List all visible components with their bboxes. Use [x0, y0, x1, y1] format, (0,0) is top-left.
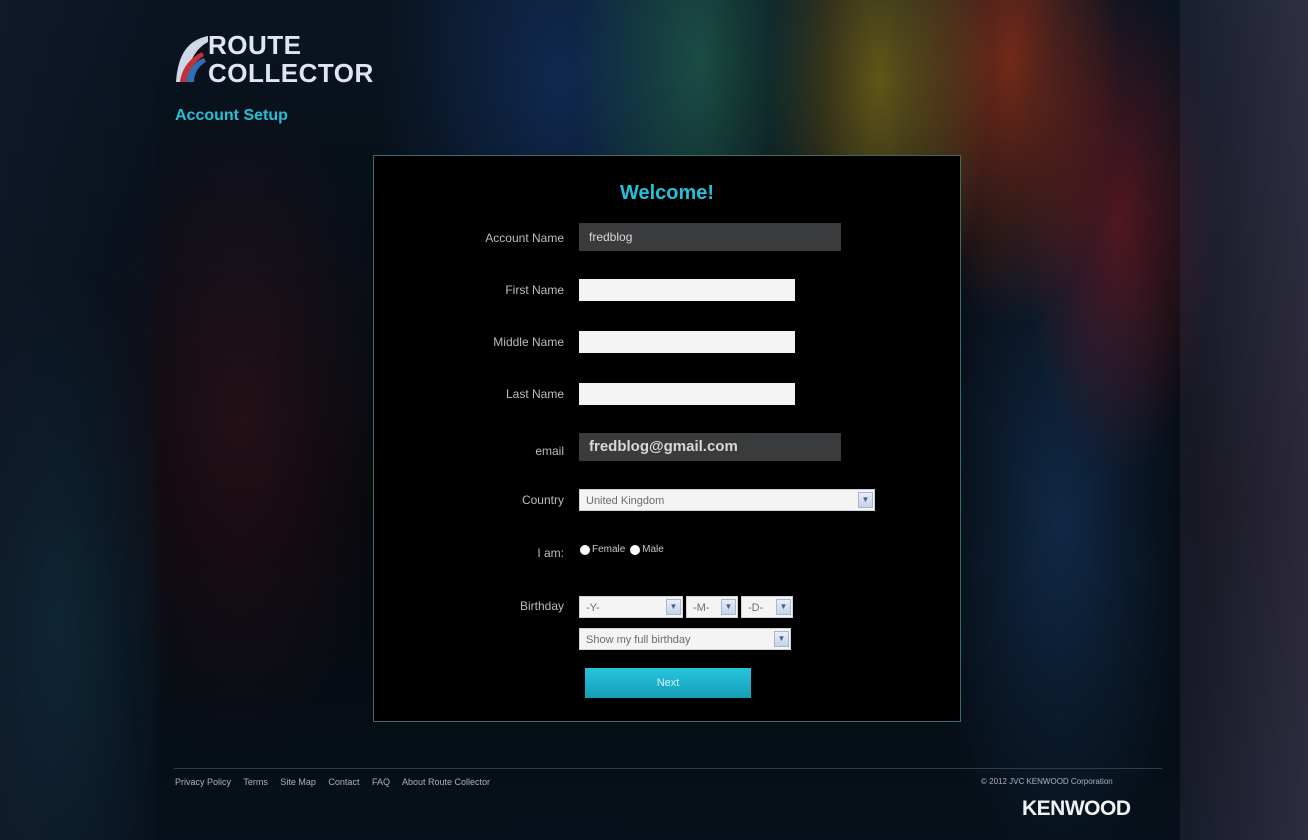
gender-label: I am:	[537, 546, 564, 560]
middle-name-input[interactable]	[579, 331, 795, 353]
route-collector-logo[interactable]: ROUTE COLLECTOR	[172, 30, 412, 94]
birthday-month-value: -M-	[693, 602, 710, 614]
birthday-year-value: -Y-	[586, 602, 600, 614]
footer-link-terms[interactable]: Terms	[243, 777, 268, 787]
account-name-value: fredblog	[579, 223, 841, 251]
last-name-label: Last Name	[505, 387, 564, 401]
account-name-label: Account Name	[485, 231, 564, 245]
gender-radio-group: Female Male	[580, 544, 666, 560]
birthday-visibility-value: Show my full birthday	[586, 634, 691, 646]
birthday-day-select[interactable]: -D- ▼	[741, 596, 793, 618]
last-name-input[interactable]	[579, 383, 795, 405]
footer-link-contact[interactable]: Contact	[328, 777, 359, 787]
page-title: Account Setup	[175, 107, 288, 124]
footer-link-about[interactable]: About Route Collector	[402, 777, 490, 787]
logo-text-collector: COLLECTOR	[208, 58, 374, 88]
chevron-down-icon[interactable]: ▼	[774, 631, 789, 647]
footer-link-privacy[interactable]: Privacy Policy	[175, 777, 231, 787]
kenwood-logo: KENWOOD	[1022, 797, 1131, 820]
background-side-left	[0, 0, 155, 840]
chevron-down-icon[interactable]: ▼	[721, 599, 736, 615]
birthday-day-value: -D-	[748, 602, 764, 614]
male-radio-label: Male	[642, 544, 664, 555]
road-icon	[176, 36, 208, 82]
footer-link-sitemap[interactable]: Site Map	[280, 777, 316, 787]
copyright-text: © 2012 JVC KENWOOD Corporation	[981, 777, 1113, 786]
first-name-input[interactable]	[579, 279, 795, 301]
logo-text-route: ROUTE	[208, 30, 302, 60]
chevron-down-icon[interactable]: ▼	[666, 599, 681, 615]
birthday-year-select[interactable]: -Y- ▼	[579, 596, 683, 618]
account-setup-form: Welcome! Account Name fredblog First Nam…	[373, 155, 961, 722]
female-radio-label: Female	[592, 544, 626, 555]
country-select[interactable]: United Kingdom ▼	[579, 489, 875, 511]
next-button[interactable]: Next	[585, 668, 751, 698]
footer-link-faq[interactable]: FAQ	[372, 777, 390, 787]
country-label: Country	[521, 493, 564, 507]
male-radio[interactable]	[630, 544, 641, 555]
footer-links: Privacy Policy Terms Site Map Contact FA…	[175, 777, 500, 787]
birthday-month-select[interactable]: -M- ▼	[686, 596, 738, 618]
country-select-value: United Kingdom	[586, 495, 665, 507]
birthday-label: Birthday	[519, 599, 564, 613]
chevron-down-icon[interactable]: ▼	[858, 492, 873, 508]
footer-divider	[174, 768, 1162, 769]
background-side-right	[1180, 0, 1308, 840]
middle-name-label: Middle Name	[493, 335, 564, 349]
email-label: email	[535, 444, 564, 458]
first-name-label: First Name	[505, 283, 564, 297]
welcome-heading: Welcome!	[619, 182, 715, 204]
birthday-visibility-select[interactable]: Show my full birthday ▼	[579, 628, 791, 650]
chevron-down-icon[interactable]: ▼	[776, 599, 791, 615]
female-radio[interactable]	[580, 544, 590, 555]
email-value: fredblog@gmail.com	[579, 433, 841, 461]
